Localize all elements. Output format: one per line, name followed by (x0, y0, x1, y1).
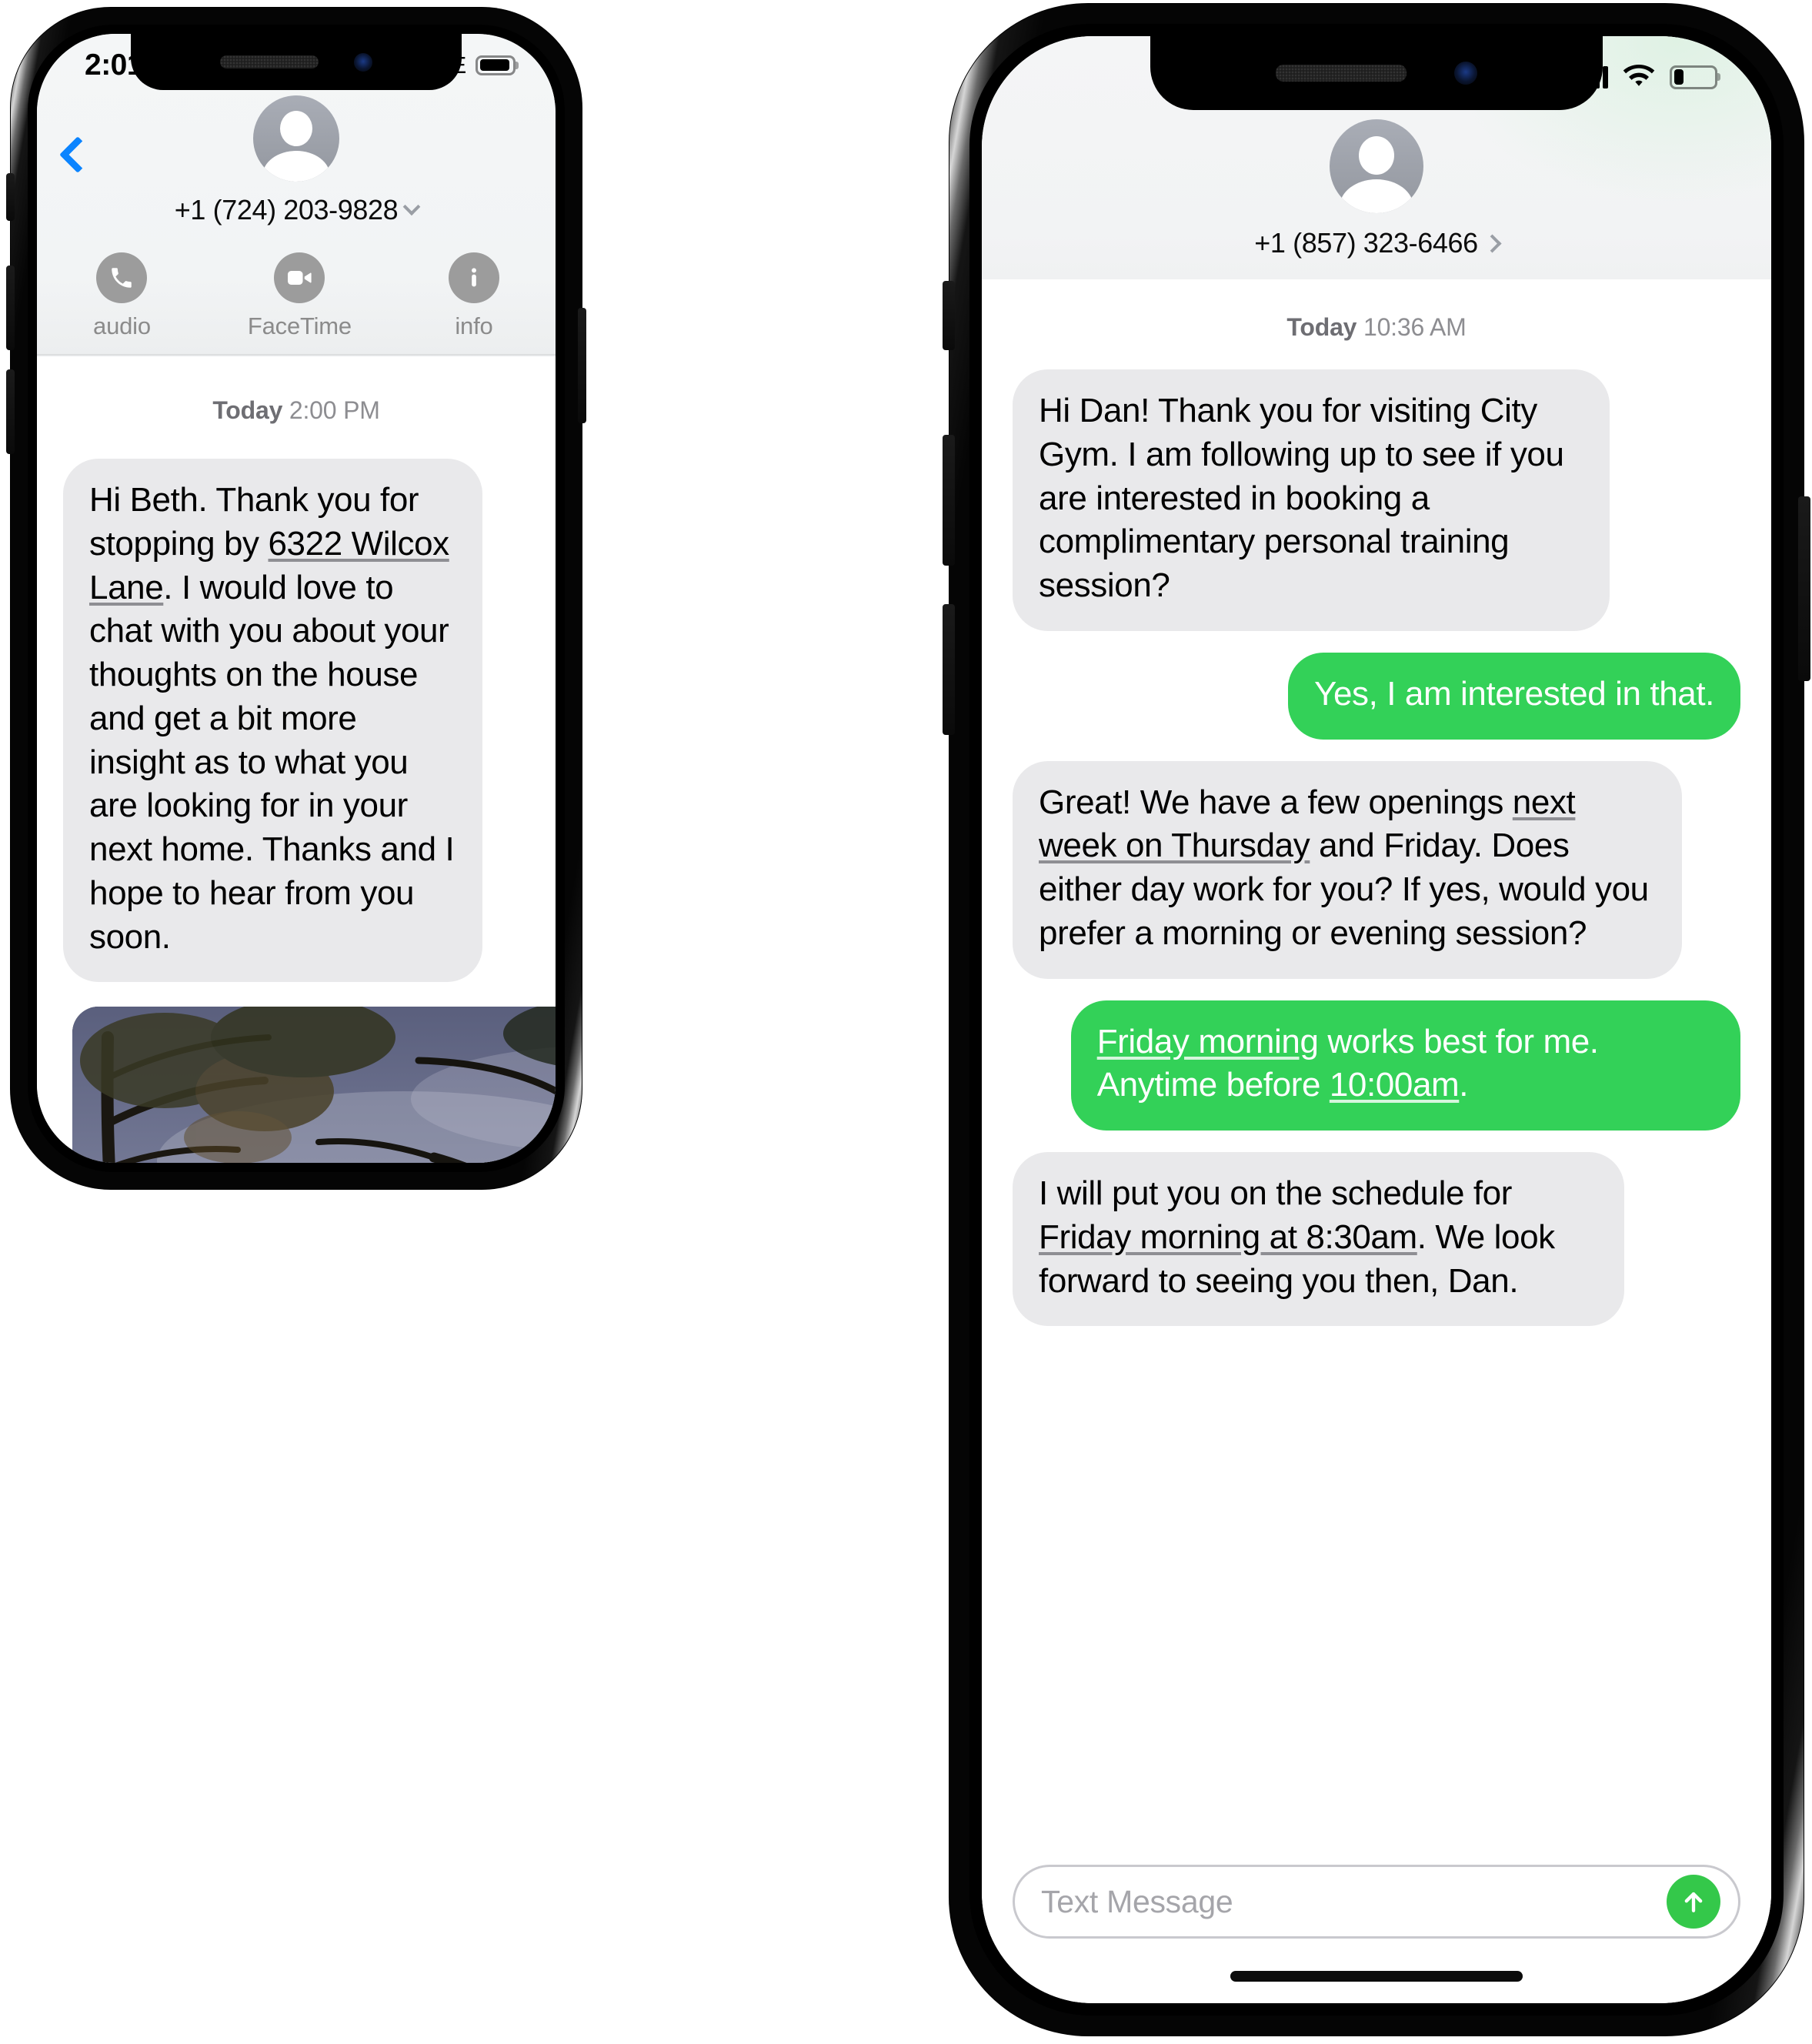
message-text: I will put you on the schedule for Frida… (1039, 1174, 1555, 1300)
phone-left-screen: 2:01 LTE +1 (724) 203-9828 (37, 34, 556, 1163)
conversation-left[interactable]: Today 2:00 PM Hi Beth. Thank you for sto… (37, 356, 556, 1163)
phone-left: 2:01 LTE +1 (724) 203-9828 (6, 8, 586, 1189)
volume-up-button[interactable] (943, 435, 955, 566)
contact-header-left[interactable]: +1 (724) 203-9828 (174, 194, 421, 226)
message-bubble-incoming[interactable]: I will put you on the schedule for Frida… (1013, 1152, 1624, 1327)
chevron-right-icon[interactable] (1483, 233, 1502, 253)
power-button[interactable] (1798, 496, 1810, 681)
message-text: Hi Dan! Thank you for visiting City Gym.… (1039, 392, 1564, 604)
conversation-right[interactable]: Today 10:36 AM Hi Dan! Thank you for vis… (982, 279, 1771, 2003)
earpiece-speaker-icon (1276, 65, 1407, 82)
timestamp-day: Today (212, 396, 283, 424)
message-row: Yes, I am interested in that. (982, 652, 1771, 761)
message-row: Friday morning works best for me. Anytim… (982, 1000, 1771, 1153)
message-bubble-outgoing[interactable]: Yes, I am interested in that. (1288, 652, 1740, 740)
send-button[interactable] (1667, 1875, 1720, 1929)
message-text: Hi Beth. Thank you for stopping by 6322 … (89, 481, 455, 956)
mute-switch-button[interactable] (6, 173, 15, 221)
info-button[interactable]: info (448, 252, 499, 340)
message-link[interactable]: Friday morning at 8:30am (1039, 1218, 1417, 1256)
earpiece-speaker-icon (220, 55, 319, 68)
info-label: info (455, 312, 493, 339)
contact-actions-row: audio FaceTime info (37, 252, 556, 354)
video-camera-icon (274, 252, 325, 303)
info-icon (448, 252, 499, 303)
volume-down-button[interactable] (943, 604, 955, 735)
notch (131, 34, 462, 90)
contact-phone-number: +1 (724) 203-9828 (174, 194, 399, 225)
image-attachment[interactable]: Beth George KB Realty | 724-203-9828 632… (72, 1007, 556, 1163)
facetime-label: FaceTime (247, 312, 352, 339)
facetime-button[interactable]: FaceTime (248, 252, 352, 340)
message-row: Hi Beth. Thank you for stopping by 6322 … (37, 459, 556, 1002)
power-button[interactable] (578, 308, 586, 423)
timestamp-time: 10:36 AM (1363, 313, 1467, 341)
message-input-bar: Text Message (982, 1865, 1771, 1939)
message-row: Great! We have a few openings next week … (982, 760, 1771, 1000)
contact-phone-number: +1 (857) 323-6466 (1254, 227, 1478, 259)
audio-call-label: audio (93, 312, 151, 339)
phone-right-screen: +1 (857) 323-6466 Today 10:36 AM Hi Dan!… (982, 36, 1771, 2003)
message-bubble-outgoing[interactable]: Friday morning works best for me. Anytim… (1070, 1000, 1740, 1131)
header-divider (37, 354, 556, 356)
chevron-down-icon[interactable] (402, 198, 421, 216)
volume-down-button[interactable] (6, 369, 15, 454)
mute-switch-button[interactable] (943, 281, 955, 350)
timestamp-time: 2:00 PM (289, 396, 380, 424)
text-message-input[interactable]: Text Message (1013, 1865, 1740, 1939)
front-camera-icon (1454, 62, 1477, 85)
message-text: Friday morning works best for me. Anytim… (1096, 1022, 1599, 1104)
conversation-timestamp: Today 10:36 AM (982, 279, 1771, 369)
message-text: Great! We have a few openings next week … (1039, 783, 1649, 952)
phone-icon (96, 252, 148, 303)
message-link[interactable]: next week on Thursday (1039, 783, 1576, 865)
message-link[interactable]: Friday morning (1097, 1023, 1319, 1060)
contact-avatar-icon[interactable] (1330, 119, 1423, 213)
front-camera-icon (354, 52, 372, 72)
contact-header-right[interactable]: +1 (857) 323-6466 (1254, 227, 1502, 279)
notch (1150, 36, 1603, 110)
message-row: Hi Dan! Thank you for visiting City Gym.… (982, 369, 1771, 653)
contact-avatar-icon[interactable] (253, 95, 339, 182)
message-text: Yes, I am interested in that. (1314, 674, 1714, 713)
message-link[interactable]: 6322 Wilcox Lane (89, 525, 449, 606)
conversation-timestamp: Today 2:00 PM (37, 356, 556, 459)
send-arrow-up-icon (1684, 1892, 1703, 1912)
volume-up-button[interactable] (6, 266, 15, 350)
phone-right: +1 (857) 323-6466 Today 10:36 AM Hi Dan!… (943, 4, 1810, 2036)
timestamp-day: Today (1286, 313, 1357, 341)
message-link[interactable]: 10:00am (1330, 1066, 1460, 1104)
audio-call-button[interactable]: audio (93, 252, 151, 340)
real-estate-listing-photo (72, 1007, 556, 1163)
home-indicator[interactable] (1230, 1971, 1523, 1982)
message-bubble-incoming[interactable]: Great! We have a few openings next week … (1013, 760, 1683, 979)
message-bubble-incoming[interactable]: Hi Beth. Thank you for stopping by 6322 … (63, 459, 483, 983)
text-message-placeholder: Text Message (1041, 1883, 1233, 1919)
message-row: I will put you on the schedule for Frida… (982, 1152, 1771, 1348)
message-bubble-incoming[interactable]: Hi Dan! Thank you for visiting City Gym.… (1013, 369, 1610, 631)
